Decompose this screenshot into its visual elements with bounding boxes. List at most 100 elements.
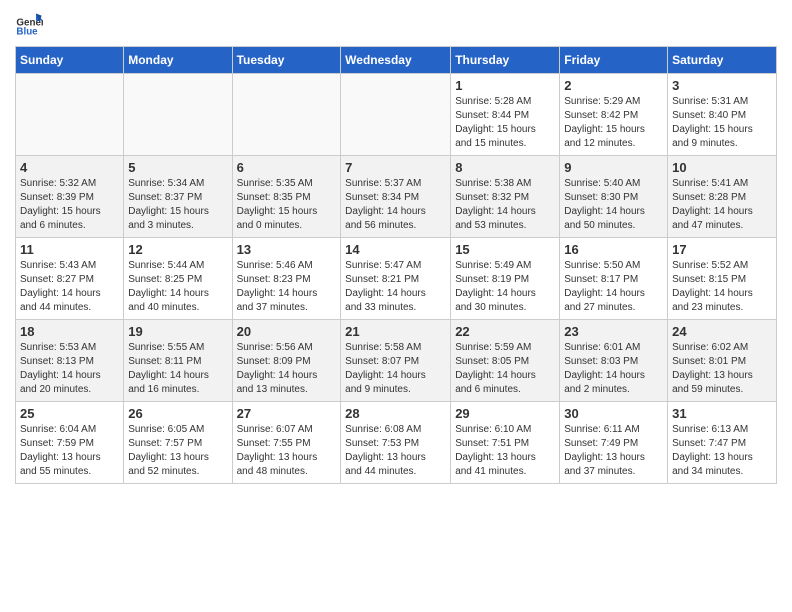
- day-info: Sunrise: 5:58 AM Sunset: 8:07 PM Dayligh…: [345, 341, 446, 397]
- day-info: Sunrise: 5:31 AM Sunset: 8:40 PM Dayligh…: [672, 95, 772, 151]
- calendar-cell: 11 Sunrise: 5:43 AM Sunset: 8:27 PM Dayli…: [16, 238, 124, 320]
- calendar-cell: 19 Sunrise: 5:55 AM Sunset: 8:11 PM Dayli…: [124, 320, 232, 402]
- calendar-cell: 17Sunrise: 5:52 AM Sunset: 8:15 PM Dayli…: [668, 238, 777, 320]
- weekday-header: Thursday: [451, 47, 560, 74]
- calendar-cell: 28 Sunrise: 6:08 AM Sunset: 7:53 PM Dayli…: [341, 402, 451, 484]
- day-number: 19: [128, 324, 227, 339]
- day-number: 29: [455, 406, 555, 421]
- day-number: 6: [237, 160, 337, 175]
- calendar-cell: 6 Sunrise: 5:35 AM Sunset: 8:35 PM Daylig…: [232, 156, 341, 238]
- calendar-cell: 29 Sunrise: 6:10 AM Sunset: 7:51 PM Dayli…: [451, 402, 560, 484]
- day-info: Sunrise: 5:49 AM Sunset: 8:19 PM Dayligh…: [455, 259, 555, 315]
- day-info: Sunrise: 5:46 AM Sunset: 8:23 PM Dayligh…: [237, 259, 337, 315]
- day-number: 11: [20, 242, 119, 257]
- calendar-cell: [341, 74, 451, 156]
- day-number: 8: [455, 160, 555, 175]
- calendar-cell: 9 Sunrise: 5:40 AM Sunset: 8:30 PM Daylig…: [560, 156, 668, 238]
- calendar-cell: 4 Sunrise: 5:32 AM Sunset: 8:39 PM Daylig…: [16, 156, 124, 238]
- day-info: Sunrise: 6:08 AM Sunset: 7:53 PM Dayligh…: [345, 423, 446, 479]
- calendar-cell: 7 Sunrise: 5:37 AM Sunset: 8:34 PM Daylig…: [341, 156, 451, 238]
- day-info: Sunrise: 5:35 AM Sunset: 8:35 PM Dayligh…: [237, 177, 337, 233]
- day-info: Sunrise: 5:47 AM Sunset: 8:21 PM Dayligh…: [345, 259, 446, 315]
- day-info: Sunrise: 5:55 AM Sunset: 8:11 PM Dayligh…: [128, 341, 227, 397]
- calendar-cell: 22 Sunrise: 5:59 AM Sunset: 8:05 PM Dayli…: [451, 320, 560, 402]
- day-info: Sunrise: 5:50 AM Sunset: 8:17 PM Dayligh…: [564, 259, 663, 315]
- day-info: Sunrise: 5:29 AM Sunset: 8:42 PM Dayligh…: [564, 95, 663, 151]
- calendar-cell: [16, 74, 124, 156]
- day-number: 20: [237, 324, 337, 339]
- day-number: 26: [128, 406, 227, 421]
- day-info: Sunrise: 5:43 AM Sunset: 8:27 PM Dayligh…: [20, 259, 119, 315]
- day-number: 5: [128, 160, 227, 175]
- logo-icon: General Blue: [15, 10, 43, 38]
- day-number: 10: [672, 160, 772, 175]
- day-info: Sunrise: 5:53 AM Sunset: 8:13 PM Dayligh…: [20, 341, 119, 397]
- day-number: 13: [237, 242, 337, 257]
- day-info: Sunrise: 5:56 AM Sunset: 8:09 PM Dayligh…: [237, 341, 337, 397]
- logo: General Blue: [15, 10, 47, 38]
- day-number: 28: [345, 406, 446, 421]
- calendar-table: SundayMondayTuesdayWednesdayThursdayFrid…: [15, 46, 777, 484]
- day-number: 25: [20, 406, 119, 421]
- calendar-cell: 14 Sunrise: 5:47 AM Sunset: 8:21 PM Dayli…: [341, 238, 451, 320]
- page-header: General Blue: [15, 10, 777, 38]
- day-info: Sunrise: 5:28 AM Sunset: 8:44 PM Dayligh…: [455, 95, 555, 151]
- day-number: 4: [20, 160, 119, 175]
- day-info: Sunrise: 6:02 AM Sunset: 8:01 PM Dayligh…: [672, 341, 772, 397]
- calendar-cell: 10 Sunrise: 5:41 AM Sunset: 8:28 PM Dayli…: [668, 156, 777, 238]
- calendar-cell: 13 Sunrise: 5:46 AM Sunset: 8:23 PM Dayli…: [232, 238, 341, 320]
- day-number: 3: [672, 78, 772, 93]
- day-number: 15: [455, 242, 555, 257]
- day-info: Sunrise: 5:38 AM Sunset: 8:32 PM Dayligh…: [455, 177, 555, 233]
- day-info: Sunrise: 6:10 AM Sunset: 7:51 PM Dayligh…: [455, 423, 555, 479]
- day-info: Sunrise: 5:32 AM Sunset: 8:39 PM Dayligh…: [20, 177, 119, 233]
- calendar-cell: 2Sunrise: 5:29 AM Sunset: 8:42 PM Daylig…: [560, 74, 668, 156]
- calendar-cell: 1Sunrise: 5:28 AM Sunset: 8:44 PM Daylig…: [451, 74, 560, 156]
- weekday-header: Monday: [124, 47, 232, 74]
- day-info: Sunrise: 6:05 AM Sunset: 7:57 PM Dayligh…: [128, 423, 227, 479]
- calendar-week-row: 1Sunrise: 5:28 AM Sunset: 8:44 PM Daylig…: [16, 74, 777, 156]
- calendar-week-row: 11 Sunrise: 5:43 AM Sunset: 8:27 PM Dayli…: [16, 238, 777, 320]
- calendar-cell: 15 Sunrise: 5:49 AM Sunset: 8:19 PM Dayli…: [451, 238, 560, 320]
- calendar-cell: 21 Sunrise: 5:58 AM Sunset: 8:07 PM Dayli…: [341, 320, 451, 402]
- day-info: Sunrise: 6:04 AM Sunset: 7:59 PM Dayligh…: [20, 423, 119, 479]
- day-info: Sunrise: 5:41 AM Sunset: 8:28 PM Dayligh…: [672, 177, 772, 233]
- day-number: 7: [345, 160, 446, 175]
- weekday-header: Friday: [560, 47, 668, 74]
- calendar-cell: 18 Sunrise: 5:53 AM Sunset: 8:13 PM Dayli…: [16, 320, 124, 402]
- day-number: 23: [564, 324, 663, 339]
- day-info: Sunrise: 6:11 AM Sunset: 7:49 PM Dayligh…: [564, 423, 663, 479]
- day-number: 31: [672, 406, 772, 421]
- weekday-header: Sunday: [16, 47, 124, 74]
- weekday-header: Wednesday: [341, 47, 451, 74]
- day-number: 9: [564, 160, 663, 175]
- weekday-header-row: SundayMondayTuesdayWednesdayThursdayFrid…: [16, 47, 777, 74]
- day-number: 21: [345, 324, 446, 339]
- calendar-cell: 8 Sunrise: 5:38 AM Sunset: 8:32 PM Daylig…: [451, 156, 560, 238]
- calendar-week-row: 25 Sunrise: 6:04 AM Sunset: 7:59 PM Dayli…: [16, 402, 777, 484]
- day-info: Sunrise: 6:13 AM Sunset: 7:47 PM Dayligh…: [672, 423, 772, 479]
- day-number: 14: [345, 242, 446, 257]
- calendar-cell: 24 Sunrise: 6:02 AM Sunset: 8:01 PM Dayli…: [668, 320, 777, 402]
- day-number: 24: [672, 324, 772, 339]
- calendar-cell: [232, 74, 341, 156]
- calendar-week-row: 18 Sunrise: 5:53 AM Sunset: 8:13 PM Dayli…: [16, 320, 777, 402]
- day-info: Sunrise: 6:07 AM Sunset: 7:55 PM Dayligh…: [237, 423, 337, 479]
- calendar-cell: 3 Sunrise: 5:31 AM Sunset: 8:40 PM Daylig…: [668, 74, 777, 156]
- day-info: Sunrise: 5:40 AM Sunset: 8:30 PM Dayligh…: [564, 177, 663, 233]
- day-info: Sunrise: 6:01 AM Sunset: 8:03 PM Dayligh…: [564, 341, 663, 397]
- calendar-cell: 30Sunrise: 6:11 AM Sunset: 7:49 PM Dayli…: [560, 402, 668, 484]
- calendar-cell: 5Sunrise: 5:34 AM Sunset: 8:37 PM Daylig…: [124, 156, 232, 238]
- day-number: 18: [20, 324, 119, 339]
- day-number: 27: [237, 406, 337, 421]
- calendar-cell: 26 Sunrise: 6:05 AM Sunset: 7:57 PM Dayli…: [124, 402, 232, 484]
- day-number: 16: [564, 242, 663, 257]
- day-number: 22: [455, 324, 555, 339]
- calendar-cell: 23 Sunrise: 6:01 AM Sunset: 8:03 PM Dayli…: [560, 320, 668, 402]
- calendar-week-row: 4 Sunrise: 5:32 AM Sunset: 8:39 PM Daylig…: [16, 156, 777, 238]
- svg-text:Blue: Blue: [16, 27, 38, 38]
- calendar-cell: 12Sunrise: 5:44 AM Sunset: 8:25 PM Dayli…: [124, 238, 232, 320]
- day-info: Sunrise: 5:37 AM Sunset: 8:34 PM Dayligh…: [345, 177, 446, 233]
- calendar-cell: 16 Sunrise: 5:50 AM Sunset: 8:17 PM Dayli…: [560, 238, 668, 320]
- day-info: Sunrise: 5:59 AM Sunset: 8:05 PM Dayligh…: [455, 341, 555, 397]
